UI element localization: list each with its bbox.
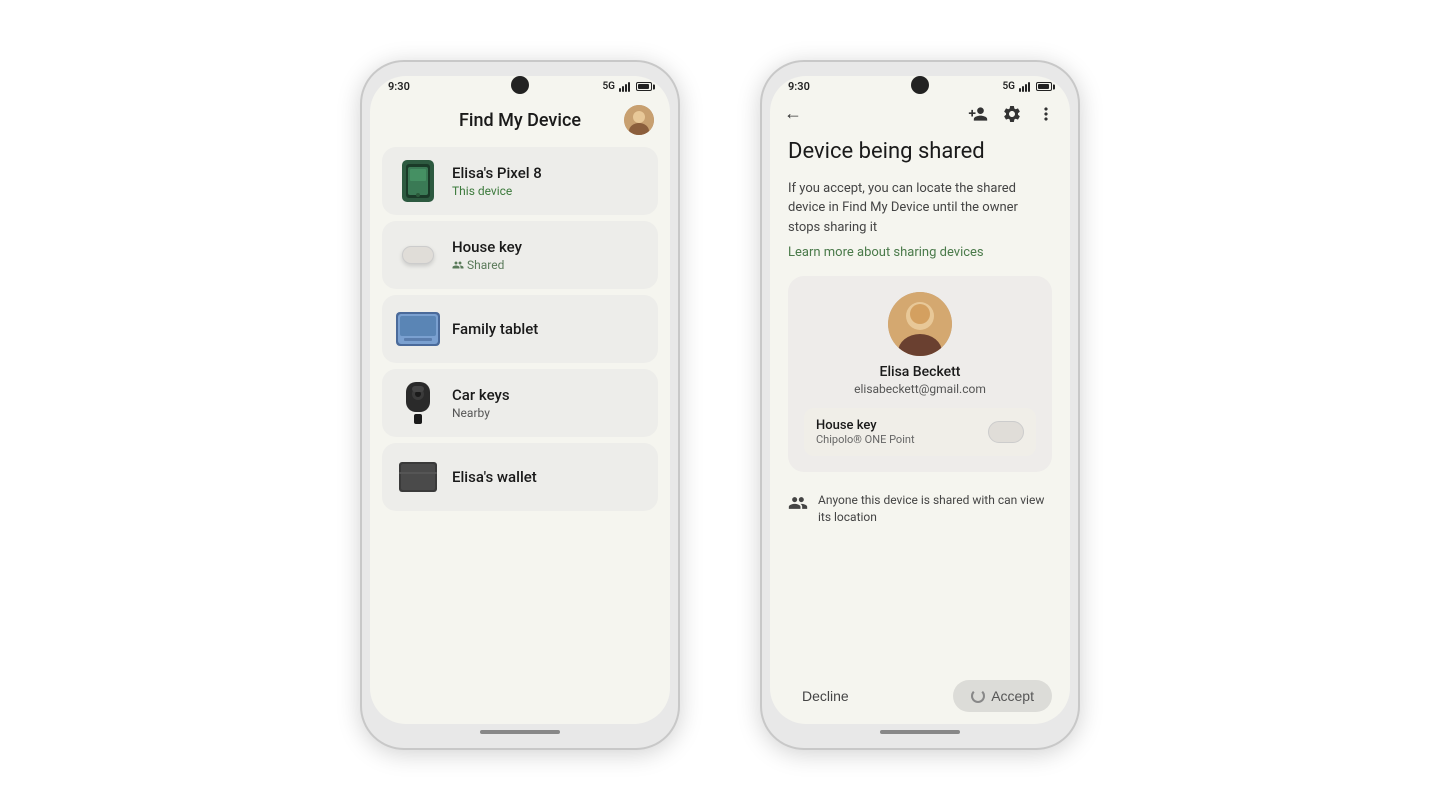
pixel8-icon	[394, 157, 442, 205]
signal-bars-left	[619, 82, 630, 92]
settings-icon[interactable]	[1002, 104, 1022, 124]
more-options-icon[interactable]	[1036, 104, 1056, 124]
tablet-info: Family tablet	[452, 320, 538, 338]
status-time-left: 9:30	[388, 80, 410, 93]
notice-icon	[788, 493, 808, 513]
device-item-carkeys[interactable]: Car keys Nearby	[382, 369, 658, 437]
learn-more-link[interactable]: Learn more about sharing devices	[788, 245, 1052, 260]
status-right-left: 5G	[602, 81, 652, 92]
notch	[511, 76, 529, 94]
home-indicator-right	[880, 730, 960, 734]
battery-icon-right	[1036, 82, 1052, 91]
sharing-screen: 9:30 5G ←	[770, 76, 1070, 724]
5g-label-left: 5G	[602, 81, 615, 92]
wallet-info: Elisa's wallet	[452, 468, 537, 486]
housekey-name: House key	[452, 238, 522, 256]
pixel8-name: Elisa's Pixel 8	[452, 164, 542, 182]
fmd-screen: 9:30 5G Find My Device	[370, 76, 670, 724]
battery-icon-left	[636, 82, 652, 91]
wallet-name: Elisa's wallet	[452, 468, 537, 486]
status-right-right: 5G	[1002, 81, 1052, 92]
device-item-tablet[interactable]: Family tablet	[382, 295, 658, 363]
device-share-row: House key Chipolo® ONE Point	[804, 408, 1036, 456]
user-avatar[interactable]	[624, 105, 654, 135]
home-indicator-left	[480, 730, 560, 734]
status-time-right: 9:30	[788, 80, 810, 93]
carkeys-info: Car keys Nearby	[452, 386, 510, 420]
right-phone: 9:30 5G ←	[760, 60, 1080, 750]
device-share-info: House key Chipolo® ONE Point	[816, 418, 915, 446]
share-device-image	[988, 421, 1024, 443]
tablet-name: Family tablet	[452, 320, 538, 338]
sharing-content: Device being shared If you accept, you c…	[770, 128, 1070, 670]
sharing-footer: Decline Accept	[770, 670, 1070, 724]
sharing-title: Device being shared	[788, 138, 1052, 167]
housekey-icon	[394, 231, 442, 279]
sharer-email: elisabeckett@gmail.com	[854, 382, 986, 396]
device-list: Elisa's Pixel 8 This device House key Sh…	[370, 141, 670, 517]
tablet-icon-device	[394, 305, 442, 353]
device-item-pixel8[interactable]: Elisa's Pixel 8 This device	[382, 147, 658, 215]
sharing-notice-text: Anyone this device is shared with can vi…	[818, 492, 1052, 526]
wallet-icon-device	[394, 453, 442, 501]
share-device-type: Chipolo® ONE Point	[816, 433, 915, 446]
carkeys-status: Nearby	[452, 406, 510, 420]
decline-button[interactable]: Decline	[788, 680, 863, 712]
accept-button[interactable]: Accept	[953, 680, 1052, 712]
sharer-avatar	[888, 292, 952, 356]
fmd-title: Find My Device	[416, 110, 624, 131]
housekey-status: Shared	[452, 258, 522, 272]
share-device-name: House key	[816, 418, 915, 433]
accept-spinner	[971, 689, 985, 703]
pixel8-info: Elisa's Pixel 8 This device	[452, 164, 542, 198]
sharer-card: Elisa Beckett elisabeckett@gmail.com Hou…	[788, 276, 1052, 472]
topbar-actions	[968, 104, 1056, 124]
sharing-notice: Anyone this device is shared with can vi…	[788, 486, 1052, 542]
sharer-name: Elisa Beckett	[880, 364, 961, 380]
pixel8-status: This device	[452, 184, 542, 198]
shared-icon	[452, 259, 464, 271]
accept-label: Accept	[991, 688, 1034, 704]
5g-label-right: 5G	[1002, 81, 1015, 92]
device-item-housekey[interactable]: House key Shared	[382, 221, 658, 289]
sharing-topbar: ←	[770, 95, 1070, 128]
device-item-wallet[interactable]: Elisa's wallet	[382, 443, 658, 511]
sharing-description: If you accept, you can locate the shared…	[788, 179, 1052, 238]
housekey-info: House key Shared	[452, 238, 522, 272]
carkeys-icon-device	[394, 379, 442, 427]
left-phone: 9:30 5G Find My Device	[360, 60, 680, 750]
add-person-icon[interactable]	[968, 104, 988, 124]
signal-bars-right	[1019, 82, 1030, 92]
notch-right	[911, 76, 929, 94]
fmd-header: Find My Device	[370, 95, 670, 141]
back-button[interactable]: ←	[784, 103, 802, 124]
carkeys-name: Car keys	[452, 386, 510, 404]
